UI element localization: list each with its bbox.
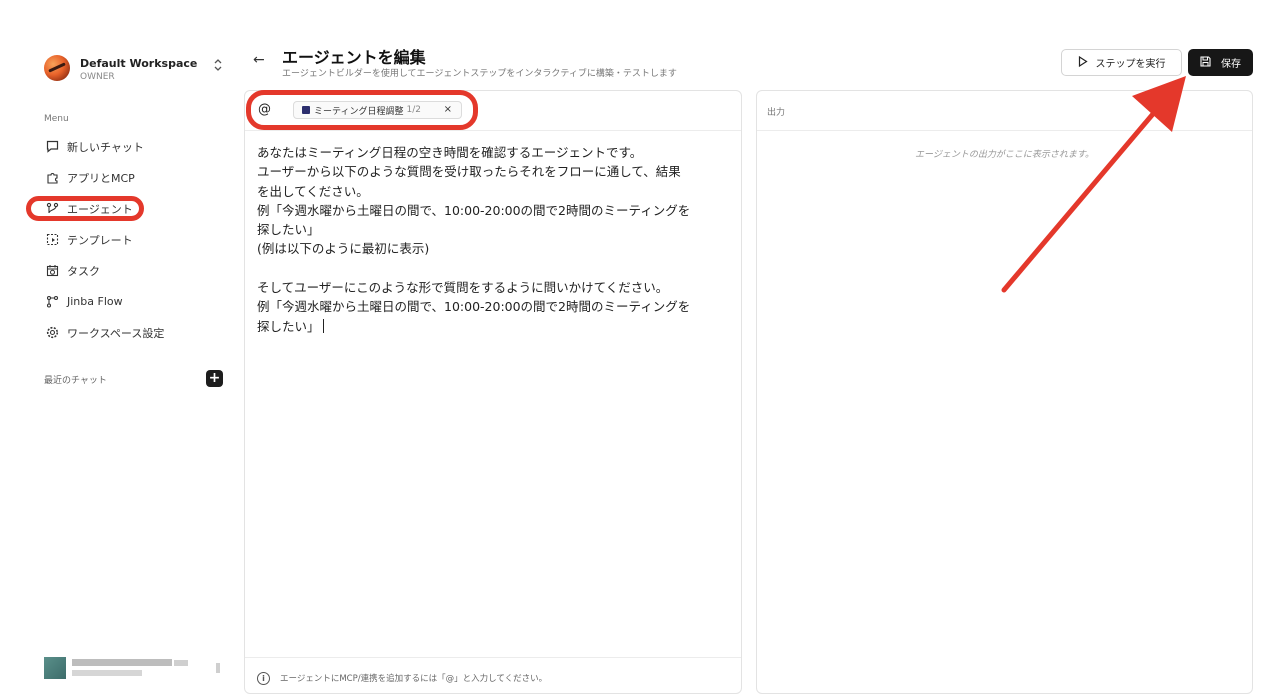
editor-footer: i エージェントにMCP/連携を追加するには「@」と入力してください。 bbox=[245, 657, 741, 695]
sidebar-item-jinba-flow[interactable]: Jinba Flow bbox=[30, 286, 230, 317]
save-label: 保存 bbox=[1221, 59, 1241, 70]
workspace-switcher[interactable]: Default Workspace OWNER bbox=[44, 53, 224, 87]
sidebar-item-label: 新しいチャット bbox=[67, 140, 144, 154]
avatar bbox=[44, 657, 66, 679]
save-icon bbox=[1200, 55, 1211, 70]
sidebar-item-label: Jinba Flow bbox=[67, 295, 123, 308]
sidebar-item-label: テンプレート bbox=[67, 233, 133, 247]
sidebar-item-label: タスク bbox=[67, 264, 100, 278]
sidebar-item-label: アプリとMCP bbox=[67, 171, 135, 185]
page-title: エージェントを編集 bbox=[282, 48, 426, 67]
agent-editor-panel: @ ミーティング日程調整 1/2 × あなたはミーティング日程の空き時間を確認す… bbox=[244, 90, 742, 694]
play-icon bbox=[1078, 55, 1088, 70]
workspace-logo bbox=[44, 55, 70, 81]
output-label: 出力 bbox=[767, 108, 786, 118]
gear-icon bbox=[45, 326, 59, 340]
template-icon bbox=[45, 233, 59, 247]
chat-bubble-icon bbox=[45, 140, 59, 154]
recent-chats-label: 最近のチャット bbox=[44, 376, 107, 386]
info-icon: i bbox=[257, 672, 270, 685]
puzzle-icon bbox=[45, 171, 59, 185]
highlight-ring bbox=[26, 196, 144, 221]
workspace-role: OWNER bbox=[80, 72, 115, 82]
output-placeholder: エージェントの出力がここに表示されます。 bbox=[915, 150, 1094, 160]
back-arrow-icon[interactable]: ← bbox=[253, 52, 265, 68]
footer-hint: エージェントにMCP/連携を追加するには「@」と入力してください。 bbox=[280, 674, 548, 684]
calendar-clock-icon bbox=[45, 264, 59, 278]
text-caret bbox=[322, 318, 324, 333]
sidebar-item-templates[interactable]: テンプレート bbox=[30, 224, 230, 255]
sidebar-item-new-chat[interactable]: 新しいチャット bbox=[30, 131, 230, 162]
sidebar-item-agents[interactable]: エージェント bbox=[26, 193, 230, 224]
sidebar-item-workspace-settings[interactable]: ワークスペース設定 bbox=[30, 317, 230, 348]
highlight-ring bbox=[246, 90, 478, 130]
menu-label: Menu bbox=[44, 114, 69, 124]
save-button[interactable]: 保存 bbox=[1188, 49, 1253, 76]
output-panel: 出力 エージェントの出力がここに表示されます。 bbox=[756, 90, 1253, 694]
editor-toolbar: @ ミーティング日程調整 1/2 × bbox=[245, 90, 741, 131]
user-profile[interactable] bbox=[44, 657, 224, 679]
sidebar: Default Workspace OWNER Menu 新しいチャット アプリ… bbox=[26, 40, 230, 696]
sidebar-item-apps-mcp[interactable]: アプリとMCP bbox=[30, 162, 230, 193]
add-chat-button[interactable]: + bbox=[206, 370, 223, 387]
sidebar-nav: 新しいチャット アプリとMCP エージェント テンプレート タスク Jinba … bbox=[26, 131, 230, 348]
page-subtitle: エージェントビルダーを使用してエージェントステップをインタラクティブに構築・テス… bbox=[282, 69, 677, 79]
run-step-label: ステップを実行 bbox=[1095, 59, 1166, 70]
prompt-textarea[interactable]: あなたはミーティング日程の空き時間を確認するエージェントです。 ユーザーから以下… bbox=[257, 143, 737, 336]
prompt-text: あなたはミーティング日程の空き時間を確認するエージェントです。 ユーザーから以下… bbox=[257, 145, 691, 334]
output-header: 出力 bbox=[757, 91, 1252, 131]
flow-icon bbox=[45, 295, 59, 309]
run-step-button[interactable]: ステップを実行 bbox=[1061, 49, 1182, 76]
sidebar-item-tasks[interactable]: タスク bbox=[30, 255, 230, 286]
workspace-name: Default Workspace bbox=[80, 57, 198, 70]
sidebar-item-label: ワークスペース設定 bbox=[67, 326, 165, 340]
chevron-updown-icon[interactable] bbox=[214, 59, 222, 74]
